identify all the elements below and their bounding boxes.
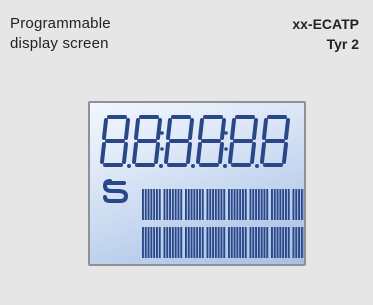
- lcd-digit: [164, 115, 194, 167]
- model-number-line1: xx-ECATP: [292, 16, 359, 32]
- matrix-character: [206, 227, 226, 258]
- matrix-character: [142, 227, 161, 258]
- matrix-character: [142, 189, 161, 220]
- colon-dot: [160, 147, 164, 151]
- lcd-graphic: [100, 115, 304, 258]
- product-name-line2: display screen: [10, 35, 109, 52]
- model-number: xx-ECATP Tyr 2: [292, 14, 359, 54]
- decimal-point: [191, 164, 195, 168]
- colon-dot: [224, 147, 228, 151]
- lcd-digit: [132, 115, 162, 167]
- matrix-character: [292, 189, 304, 220]
- lcd-digit: [100, 115, 130, 167]
- matrix-character: [163, 189, 183, 220]
- matrix-character: [185, 227, 204, 258]
- model-number-line2: Tyr 2: [326, 36, 359, 52]
- matrix-character: [228, 227, 247, 258]
- lcd-digit: [228, 115, 258, 167]
- matrix-character: [163, 227, 183, 258]
- matrix-character: [271, 189, 290, 220]
- product-name-line1: Programmable: [10, 15, 111, 32]
- decimal-point: [159, 164, 163, 168]
- matrix-character: [228, 189, 247, 220]
- matrix-character: [185, 189, 204, 220]
- colon-dot: [224, 131, 228, 135]
- lcd-screen: [88, 101, 306, 266]
- sauter-logo-icon: [102, 179, 129, 203]
- decimal-point: [223, 164, 227, 168]
- decimal-point: [127, 164, 131, 168]
- matrix-character: [249, 227, 269, 258]
- matrix-character: [271, 227, 290, 258]
- matrix-character: [292, 227, 304, 258]
- matrix-character: [249, 189, 269, 220]
- dot-matrix-display: [142, 189, 304, 258]
- seven-segment-digits: [100, 115, 290, 168]
- decimal-point: [255, 164, 259, 168]
- colon-dot: [160, 131, 164, 135]
- matrix-character: [206, 189, 226, 220]
- lcd-digit: [196, 115, 226, 167]
- lcd-digit: [260, 115, 290, 167]
- product-name: Programmable display screen: [10, 14, 111, 54]
